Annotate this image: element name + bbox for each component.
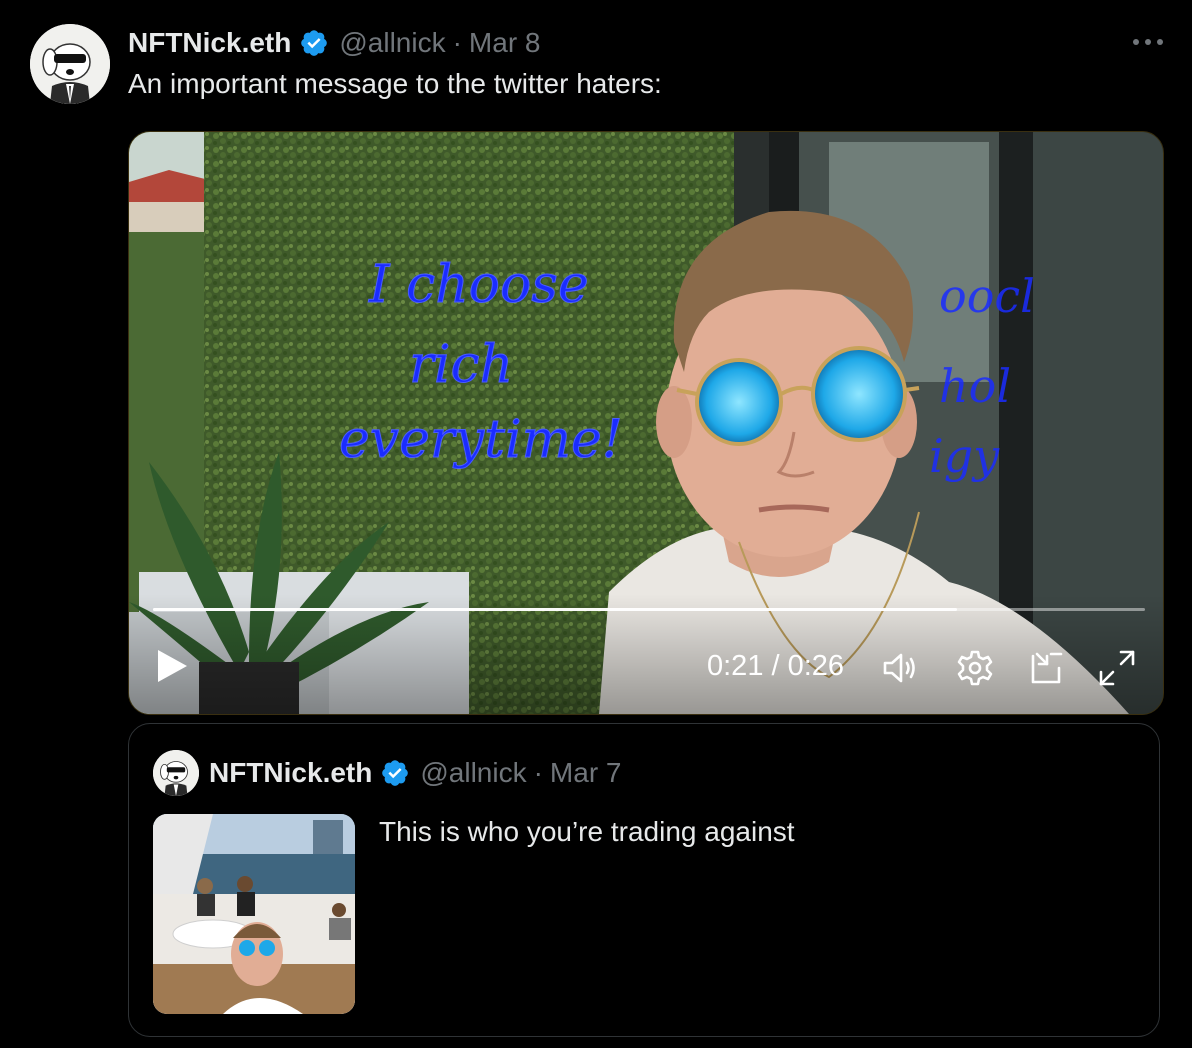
video-progress-bar[interactable] [153,608,1145,611]
quoted-author-handle[interactable]: @allnick [420,757,526,789]
tweet-text: An important message to the twitter hate… [128,68,662,99]
separator-dot: · [452,27,462,58]
video-player[interactable]: I choose rich everytime! oocl hol igy 0:… [128,131,1164,715]
author-avatar[interactable] [30,24,110,104]
svg-text:I choose: I choose [368,255,589,315]
quoted-author-avatar[interactable] [153,750,199,796]
tweet-header: NFTNick.eth @allnick · Mar 8 [128,26,541,60]
svg-text:hol: hol [939,359,1011,413]
video-controls-overlay [129,594,1163,714]
quoted-tweet-text: This is who you’re trading against [379,816,795,847]
volume-icon[interactable] [881,648,921,688]
tweet: NFTNick.eth @allnick · Mar 8 An importan… [0,0,1192,1048]
settings-icon[interactable] [955,648,995,688]
verified-badge-icon [301,30,328,56]
quoted-author-name[interactable]: NFTNick.eth [209,757,372,789]
video-time-label: 0:21 / 0:26 [707,650,845,682]
author-handle[interactable]: @allnick [339,27,445,59]
more-horizontal-icon[interactable] [1128,28,1168,56]
tweet-timestamp[interactable]: Mar 8 [469,27,541,59]
verified-badge-icon [382,760,409,786]
quoted-tweet[interactable]: NFTNick.eth @allnick · Mar 7 This is who… [128,723,1160,1037]
svg-text:igy: igy [929,429,1000,483]
video-progress-fill [153,608,957,611]
quoted-tweet-header: NFTNick.eth @allnick · Mar 7 [209,756,622,790]
svg-text:everytime!: everytime! [339,410,623,470]
pip-icon[interactable] [1027,648,1067,688]
svg-text:oocl: oocl [939,269,1035,323]
svg-text:rich: rich [409,335,513,395]
quoted-tweet-timestamp[interactable]: Mar 7 [550,757,622,789]
quoted-tweet-image[interactable] [153,814,355,1014]
play-icon[interactable] [155,648,189,684]
separator-dot: · [533,757,543,788]
author-name[interactable]: NFTNick.eth [128,27,291,59]
fullscreen-icon[interactable] [1097,648,1137,688]
